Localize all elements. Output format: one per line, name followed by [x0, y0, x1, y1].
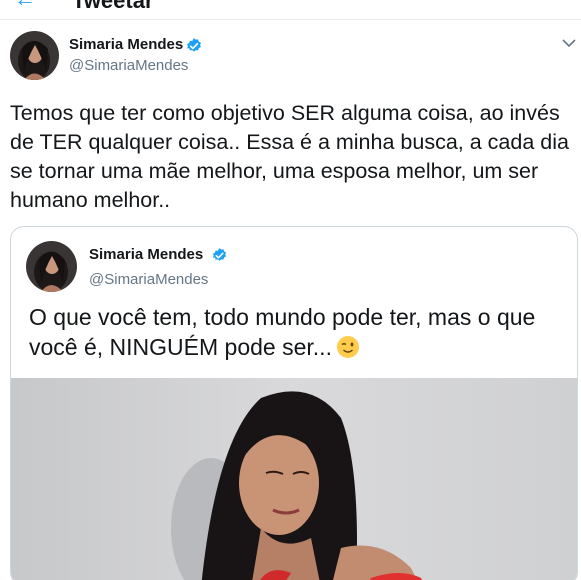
arrow-left-icon[interactable]: ←: [14, 0, 36, 12]
tweet-photo[interactable]: [11, 378, 578, 580]
chevron-down-icon[interactable]: [561, 36, 577, 50]
quoted-author-name: Simaria Mendes: [89, 246, 204, 263]
verified-badge-icon: [187, 38, 201, 52]
quoted-text-content: O que você tem, todo mundo pode ter, mas…: [29, 304, 536, 360]
quoted-author-handle: @SimariaMendes: [89, 271, 209, 288]
author-handle[interactable]: @SimariaMendes: [69, 57, 188, 74]
quoted-tweet-card[interactable]: Simaria Mendes @SimariaMendes O que você…: [10, 226, 578, 580]
page-title: Tweetar: [72, 0, 154, 13]
avatar[interactable]: [10, 31, 59, 80]
top-bar: ← Tweetar: [0, 0, 581, 20]
tweet-text: Temos que ter como objetivo SER alguma c…: [10, 101, 569, 212]
winking-face-emoji: [336, 336, 359, 358]
verified-badge-icon: [212, 248, 227, 261]
author-name[interactable]: Simaria Mendes: [69, 36, 183, 53]
quoted-avatar: [26, 241, 77, 292]
quoted-tweet-text: O que você tem, todo mundo pode ter, mas…: [29, 302, 569, 362]
